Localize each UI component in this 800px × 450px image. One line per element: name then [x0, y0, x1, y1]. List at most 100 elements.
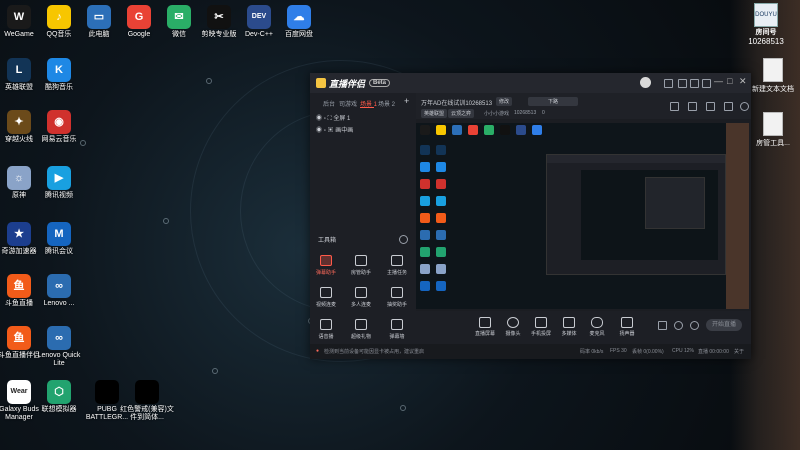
eye-icon[interactable]: ◉ — [316, 116, 322, 122]
scene-tab-2[interactable]: 场景 2 — [378, 99, 395, 108]
tool-label: 弹幕助手 — [315, 270, 336, 276]
tool-danmaku-wall[interactable]: 弹幕墙 — [383, 319, 411, 340]
tool-label: 语音播 — [318, 334, 334, 340]
version-badge: Beta — [369, 79, 391, 87]
grid-icon[interactable] — [706, 102, 715, 111]
desktop-icon[interactable]: M 腾讯会议 — [32, 222, 86, 256]
desktop-icon[interactable]: ∞ Lenovo ... — [32, 274, 86, 308]
warning-icon: ● — [316, 348, 320, 354]
tool-multi-link[interactable]: 多人连麦 — [347, 287, 375, 308]
scene-tab-backstage[interactable]: 后台 — [323, 99, 335, 108]
desktop-icon[interactable]: ◉ 网易云音乐 — [32, 110, 86, 144]
tool-lottery[interactable]: 抽奖助手 — [383, 287, 411, 308]
tool-video-link[interactable]: 视频连麦 — [312, 287, 340, 308]
desktop-doc-2[interactable]: 房管工具... — [743, 112, 800, 148]
voice-icon — [320, 319, 332, 330]
tag-chip[interactable]: 英雄联盟 — [421, 109, 448, 118]
microphone-button[interactable]: 麦克风 — [584, 317, 610, 337]
desktop-icon-label: 红色警戒(兼容)文件到简体... — [120, 406, 174, 421]
app-icon: ✦ — [7, 110, 31, 134]
source-row[interactable]: ◉ ▫ ▣ 画中画 — [316, 125, 353, 134]
desktop-doc-label: 新建文本文档 — [752, 86, 794, 93]
wallpaper-dot — [206, 78, 212, 84]
record-icon[interactable] — [658, 321, 667, 330]
title-bar[interactable]: 直播伴侣 Beta — □ ✕ — [310, 73, 751, 93]
desktop-icon-label: 腾讯视频 — [45, 192, 73, 199]
text-document-icon — [763, 58, 783, 82]
app-icon: G — [127, 5, 151, 29]
phone-cast-button[interactable]: 手机投屏 — [528, 317, 554, 337]
tool-danmaku-helper[interactable]: 弹幕助手 — [312, 255, 340, 276]
start-live-button[interactable]: 开始直播 — [706, 319, 742, 331]
tool-label: 抽奖助手 — [386, 302, 407, 308]
lock-icon[interactable]: ▫ — [324, 116, 326, 122]
screen-capture-button[interactable]: 直播屏幕 — [472, 317, 498, 337]
desktop-icon[interactable]: ⬡ 联想模拟器 — [32, 380, 86, 414]
gift-icon[interactable] — [690, 79, 699, 88]
preview-nested-window — [546, 154, 726, 275]
source-label: 画中画 — [335, 128, 354, 134]
lock-icon[interactable]: ▫ — [324, 128, 326, 134]
app-icon: 鱼 — [7, 326, 31, 350]
preview-app-icon — [500, 125, 510, 135]
layout-icon[interactable] — [670, 102, 679, 111]
gear-icon[interactable] — [690, 321, 699, 330]
scene-tab-game[interactable]: 司游戏 — [339, 99, 357, 108]
app-logo-icon — [316, 78, 326, 88]
eye-icon[interactable]: ◉ — [316, 128, 322, 134]
tool-voice[interactable]: 语音播 — [312, 319, 340, 340]
settings-icon[interactable] — [702, 79, 711, 88]
desktop-icon-label: Lenovo Quick Lite — [37, 352, 81, 367]
preview-app-icon — [420, 281, 430, 291]
app-icon: Wear — [7, 380, 31, 404]
category-select[interactable]: 下路 — [528, 97, 578, 106]
clock-icon[interactable] — [674, 321, 683, 330]
desktop-icon[interactable]: ▶ 腾讯视频 — [32, 166, 86, 200]
tag-chip[interactable]: 云顶之弈 — [448, 109, 475, 118]
dropped-frames: 丢帧 0(0.00%) — [632, 349, 664, 355]
shirt-icon[interactable] — [678, 79, 687, 88]
app-icon: ✉ — [167, 5, 191, 29]
toolbox-more-icon[interactable] — [399, 235, 408, 244]
tool-tasks[interactable]: 主播任务 — [383, 255, 411, 276]
lock-icon[interactable] — [688, 102, 697, 111]
preview-app-icon — [420, 213, 430, 223]
desktop-icon[interactable]: K 酷狗音乐 — [32, 58, 86, 92]
stream-title: 万年AD在线试训10268513 — [421, 101, 493, 107]
desktop-icon[interactable]: ☁ 百度网盘 — [272, 5, 326, 39]
chat-icon[interactable] — [664, 79, 673, 88]
preview-app-icon — [420, 179, 430, 189]
status-bar: ● 检测到当前设备可能因显卡被占用，建议重启 码率 0kb/s FPS 30 丢… — [310, 344, 751, 359]
desktop-doc-1[interactable]: 新建文本文档 — [743, 58, 800, 94]
stream-preview[interactable] — [416, 123, 749, 309]
app-icon: ∞ — [47, 274, 71, 298]
preview-app-icon — [420, 196, 430, 206]
add-scene-button[interactable]: + — [404, 96, 409, 106]
minimize-button[interactable]: — — [714, 76, 723, 86]
close-button[interactable]: ✕ — [739, 76, 747, 87]
toolbox-title: 工具箱 — [318, 238, 337, 244]
play-icon — [563, 317, 575, 328]
source-row[interactable]: ◉ ▫ ⛶ 全屏 1 — [316, 113, 350, 123]
preview-app-icon — [436, 247, 446, 257]
preview-app-icon — [436, 230, 446, 240]
app-icon: ⬡ — [47, 380, 71, 404]
fullscreen-icon[interactable] — [724, 102, 733, 111]
preview-app-icon — [484, 125, 494, 135]
tool-room-manager[interactable]: 房管助手 — [347, 255, 375, 276]
room-badge: DOUYU 房间号 10268513 — [737, 3, 795, 46]
camera-button[interactable]: 摄像头 — [500, 317, 526, 337]
preview-app-icon — [420, 264, 430, 274]
avatar[interactable] — [640, 77, 651, 88]
about-link[interactable]: 关于 — [734, 348, 744, 355]
preview-app-icon — [420, 125, 430, 135]
maximize-button[interactable]: □ — [727, 76, 732, 86]
share-icon[interactable] — [740, 102, 749, 111]
speaker-button[interactable]: 扬声器 — [614, 317, 640, 337]
desktop-icon[interactable]: ∞ Lenovo Quick Lite — [32, 326, 86, 368]
tool-super-gift[interactable]: 超级礼物 — [347, 319, 375, 340]
edit-title-button[interactable]: 修改 — [496, 97, 513, 106]
media-button[interactable]: 多媒体 — [556, 317, 582, 337]
desktop-icon[interactable]: 红色警戒(兼容)文件到简体... — [120, 380, 174, 422]
app-icon: ◉ — [47, 110, 71, 134]
